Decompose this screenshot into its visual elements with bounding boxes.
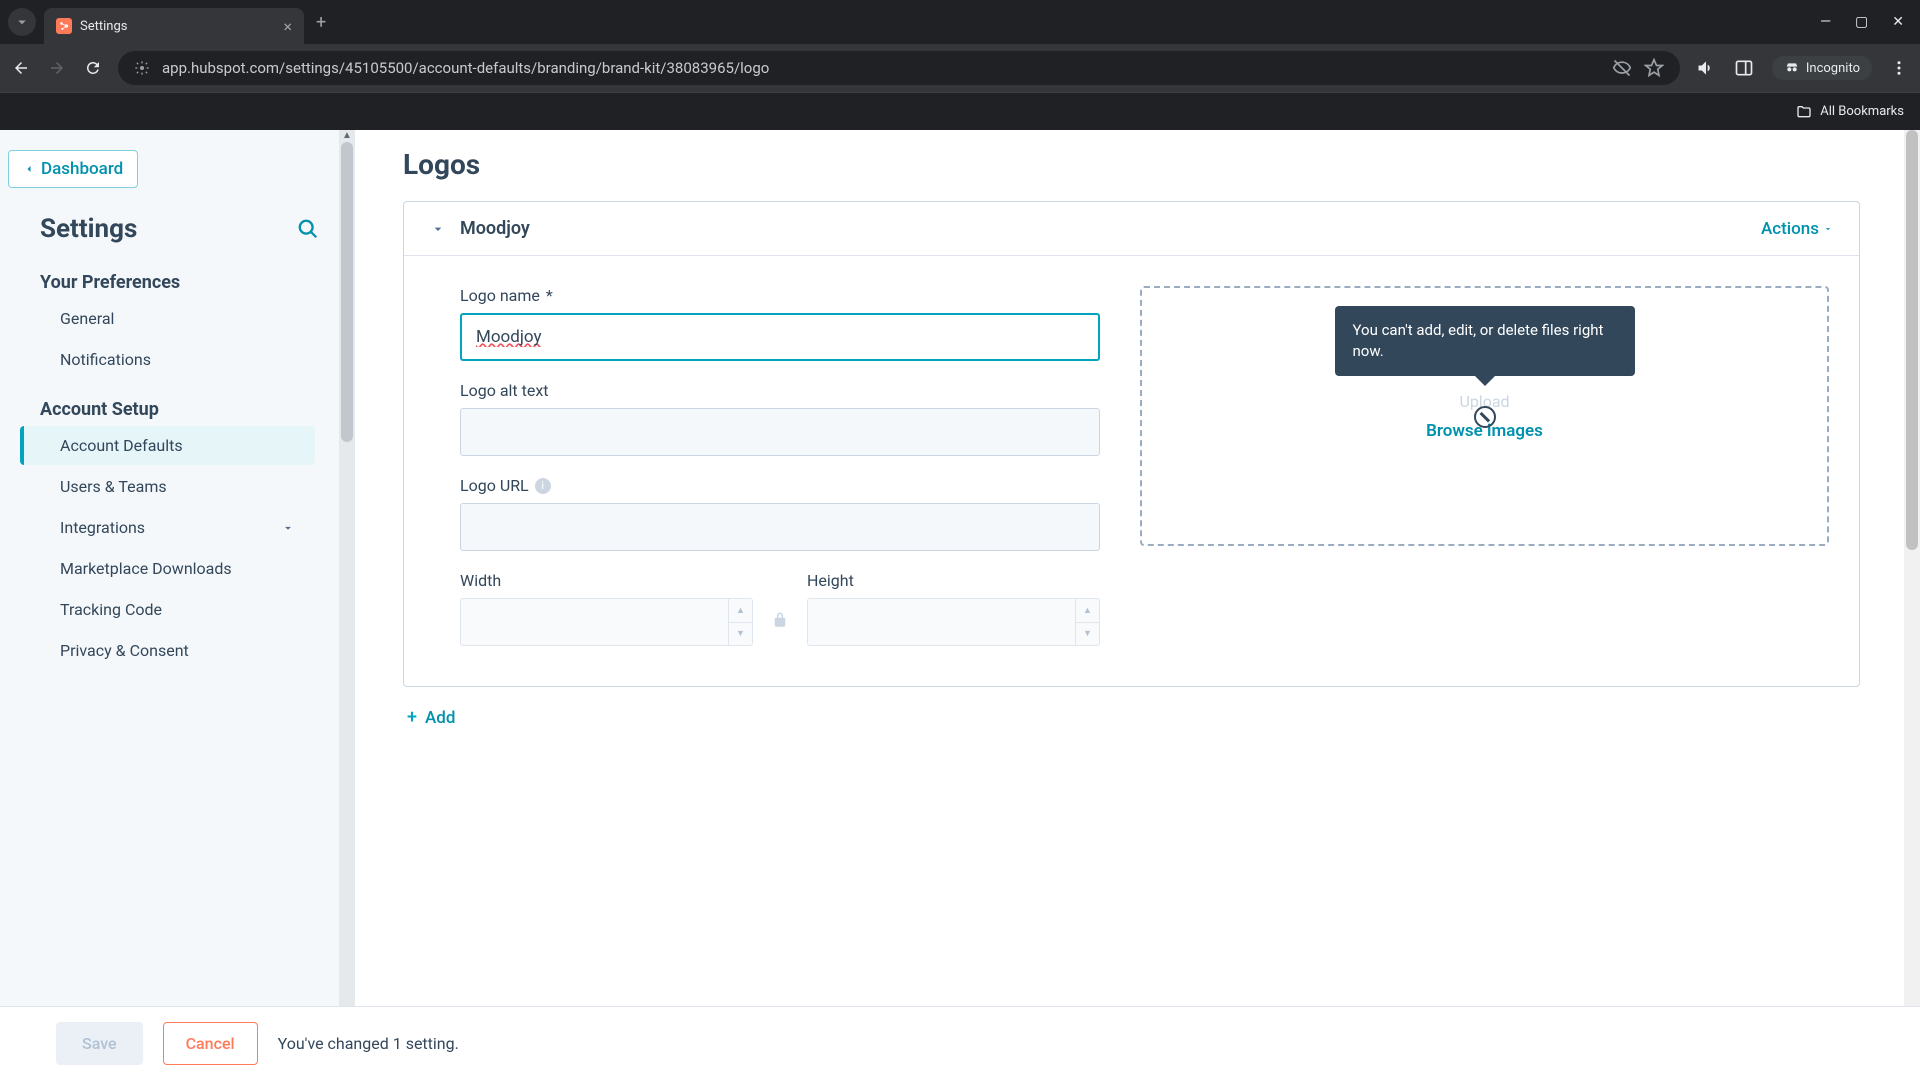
site-settings-icon[interactable] — [134, 60, 150, 76]
step-up-icon[interactable]: ▲ — [729, 599, 752, 623]
address-bar[interactable]: app.hubspot.com/settings/45105500/accoun… — [118, 51, 1680, 85]
dashboard-back-link[interactable]: Dashboard — [8, 150, 138, 188]
page-title: Logos — [403, 148, 1860, 181]
plus-icon: + — [407, 707, 417, 728]
help-icon[interactable]: i — [535, 478, 551, 494]
bookmark-bar: All Bookmarks — [0, 92, 1920, 130]
kebab-menu-icon[interactable] — [1890, 59, 1908, 77]
caret-down-icon — [1823, 224, 1833, 234]
cancel-button[interactable]: Cancel — [163, 1022, 258, 1065]
sidebar-item-privacy-consent[interactable]: Privacy & Consent — [20, 631, 315, 670]
star-icon[interactable] — [1644, 58, 1664, 78]
maximize-icon[interactable]: ▢ — [1855, 14, 1868, 30]
not-allowed-cursor-icon — [1474, 406, 1496, 428]
tab-search-button[interactable] — [8, 8, 36, 36]
save-bar: Save Cancel You've changed 1 setting. — [0, 1006, 1920, 1080]
sidebar-item-integrations[interactable]: Integrations — [20, 508, 315, 547]
sidebar-item-tracking-code[interactable]: Tracking Code — [20, 590, 315, 629]
sidebar-item-notifications[interactable]: Notifications — [20, 340, 315, 379]
window-controls: — ▢ ✕ — [1820, 14, 1904, 30]
folder-icon — [1796, 104, 1812, 120]
chevron-left-icon — [23, 163, 35, 175]
card-title: Moodjoy — [460, 218, 530, 239]
width-stepper[interactable]: ▲ ▼ — [460, 598, 753, 646]
chevron-down-icon — [281, 521, 295, 535]
change-count-note: You've changed 1 setting. — [278, 1034, 459, 1053]
height-label: Height — [807, 571, 1100, 590]
add-logo-button[interactable]: + Add — [403, 687, 1860, 748]
close-tab-icon[interactable]: × — [283, 17, 292, 36]
media-control-icon[interactable] — [1696, 58, 1716, 78]
lock-icon[interactable] — [771, 611, 789, 646]
your-preferences-heading: Your Preferences — [0, 254, 339, 297]
browser-tab-strip: Settings × + — ▢ ✕ — [0, 0, 1920, 44]
incognito-icon — [1784, 60, 1800, 76]
reload-icon[interactable] — [84, 59, 102, 77]
main-content: Logos Moodjoy Actions Logo name — [355, 130, 1920, 1080]
account-setup-heading: Account Setup — [0, 381, 339, 424]
sidebar-item-marketplace-downloads[interactable]: Marketplace Downloads — [20, 549, 315, 588]
eye-off-icon[interactable] — [1612, 58, 1632, 78]
scrollbar-thumb[interactable] — [1906, 130, 1918, 550]
height-input[interactable] — [808, 599, 1075, 645]
logo-name-input[interactable] — [460, 313, 1100, 361]
sidebar-item-account-defaults[interactable]: Account Defaults — [20, 426, 315, 465]
sidebar-scrollbar[interactable]: ▲ ▼ — [339, 130, 355, 1080]
chevron-down-icon — [13, 13, 31, 31]
height-stepper[interactable]: ▲ ▼ — [807, 598, 1100, 646]
step-down-icon[interactable]: ▼ — [1076, 623, 1099, 646]
sidebar-item-general[interactable]: General — [20, 299, 315, 338]
forward-icon[interactable] — [48, 59, 66, 77]
logo-alt-input[interactable] — [460, 408, 1100, 456]
logo-card: Moodjoy Actions Logo name Logo alt text — [403, 201, 1860, 687]
image-dropzone[interactable]: You can't add, edit, or delete files rig… — [1140, 286, 1829, 546]
browser-tab[interactable]: Settings × — [44, 8, 304, 44]
minimize-icon[interactable]: — — [1820, 14, 1831, 30]
scroll-up-icon[interactable]: ▲ — [339, 130, 355, 141]
settings-heading: Settings — [40, 214, 137, 244]
sidebar: Dashboard Settings Your Preferences Gene… — [0, 130, 355, 1080]
sidebar-item-users-teams[interactable]: Users & Teams — [20, 467, 315, 506]
close-window-icon[interactable]: ✕ — [1892, 14, 1904, 30]
browser-toolbar: app.hubspot.com/settings/45105500/accoun… — [0, 44, 1920, 92]
back-icon[interactable] — [12, 59, 30, 77]
logo-url-input[interactable] — [460, 503, 1100, 551]
main-scrollbar[interactable] — [1904, 130, 1920, 1080]
new-tab-button[interactable]: + — [316, 12, 326, 33]
step-down-icon[interactable]: ▼ — [729, 623, 752, 646]
logo-alt-label: Logo alt text — [460, 381, 1100, 400]
all-bookmarks-link[interactable]: All Bookmarks — [1820, 104, 1904, 119]
actions-dropdown[interactable]: Actions — [1761, 219, 1833, 239]
tab-title: Settings — [80, 19, 283, 34]
url-text: app.hubspot.com/settings/45105500/accoun… — [162, 59, 769, 77]
chevron-down-icon[interactable] — [430, 221, 446, 237]
hubspot-favicon — [56, 18, 72, 34]
search-icon[interactable] — [297, 218, 319, 240]
width-input[interactable] — [461, 599, 728, 645]
incognito-chip[interactable]: Incognito — [1772, 56, 1872, 80]
side-panel-icon[interactable] — [1734, 58, 1754, 78]
logo-url-label: Logo URL i — [460, 476, 1100, 495]
step-up-icon[interactable]: ▲ — [1076, 599, 1099, 623]
permission-tooltip: You can't add, edit, or delete files rig… — [1335, 306, 1635, 376]
save-button[interactable]: Save — [56, 1022, 143, 1065]
logo-name-label: Logo name — [460, 286, 1100, 305]
width-label: Width — [460, 571, 753, 590]
scrollbar-thumb[interactable] — [341, 142, 353, 442]
